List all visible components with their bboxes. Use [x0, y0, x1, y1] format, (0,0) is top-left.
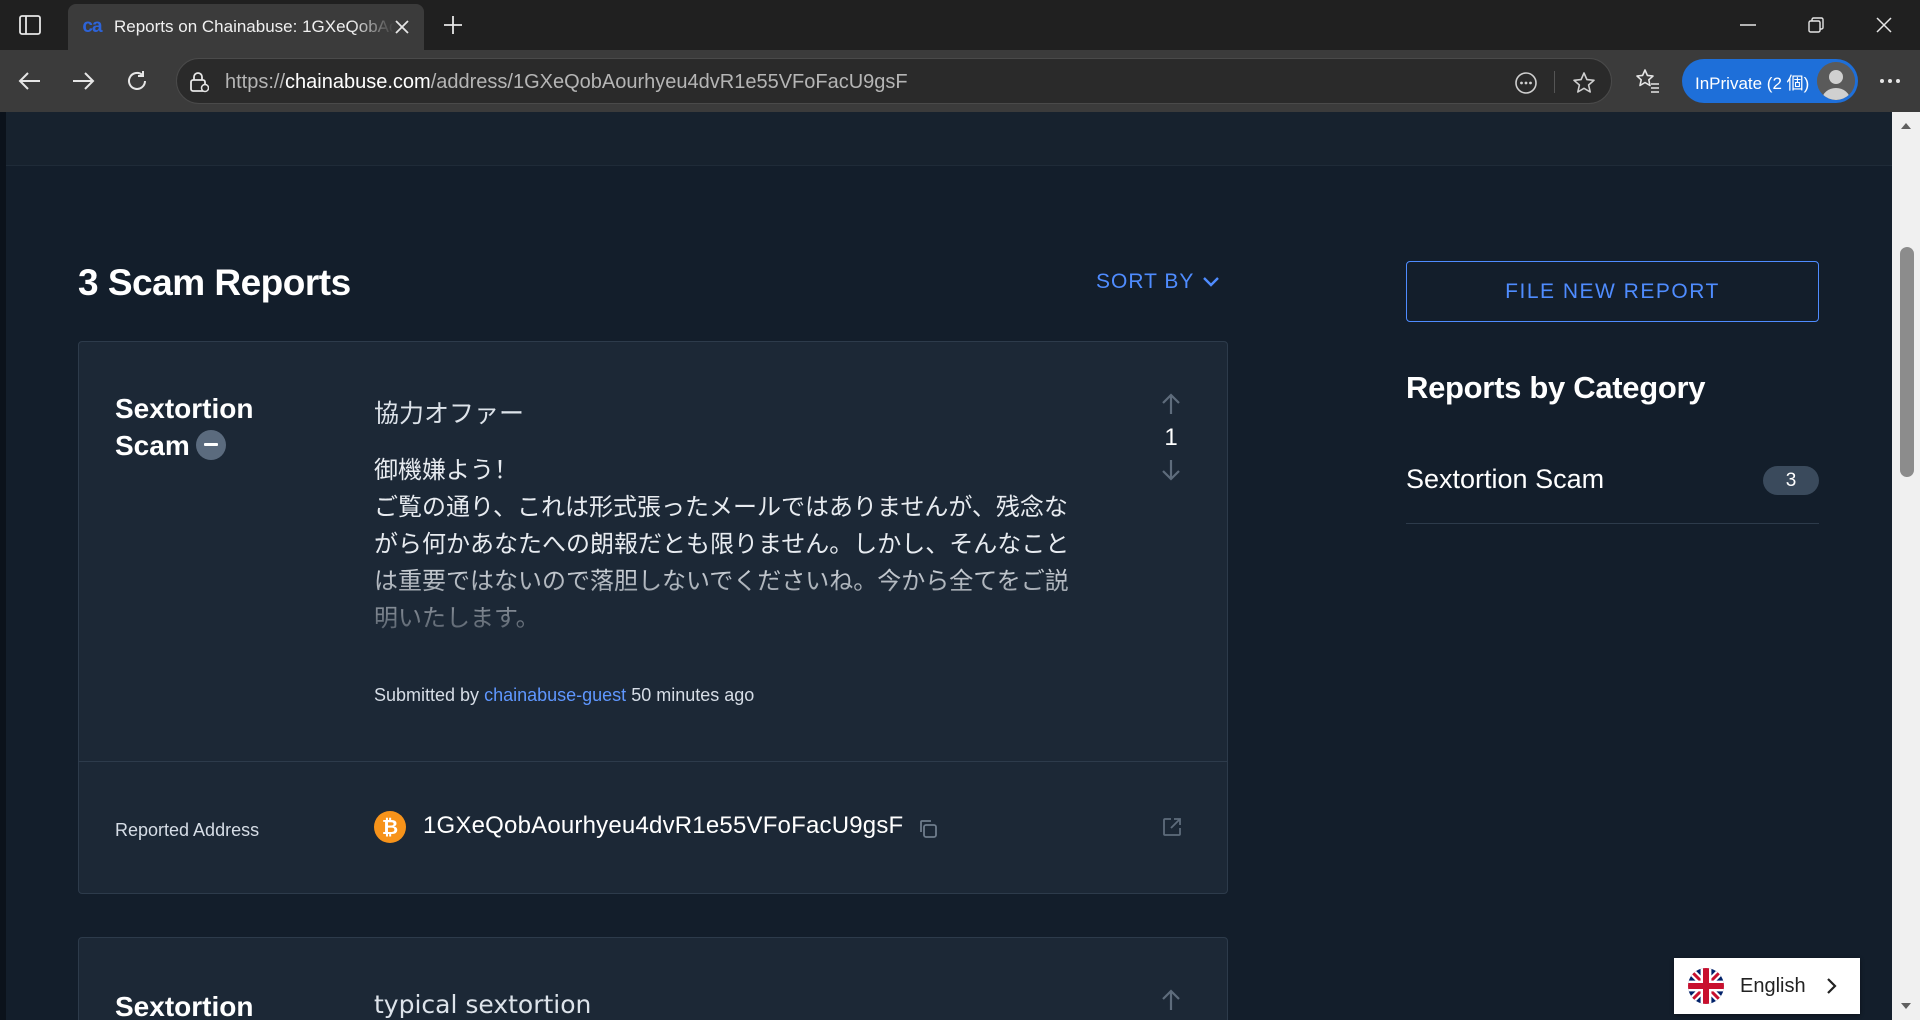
add-favorite-star-icon[interactable]: [1571, 70, 1597, 96]
browser-tab-active[interactable]: ca Reports on Chainabuse: 1GXeQobAourhye…: [68, 4, 424, 50]
reports-by-category-heading: Reports by Category: [1406, 370, 1706, 405]
language-switcher[interactable]: English: [1674, 958, 1860, 1014]
uk-flag-icon: [1688, 968, 1724, 1004]
more-options-circle-icon[interactable]: [1513, 70, 1539, 96]
page-edge: [0, 112, 6, 1020]
inprivate-profile-button[interactable]: InPrivate (2 個): [1682, 59, 1858, 103]
report-title: 協力オファー: [374, 399, 525, 428]
submitted-info: Submitted by chainabuse-guest 50 minutes…: [374, 685, 755, 705]
tab-title: Reports on Chainabuse: 1GXeQobAourhyeu4d…: [114, 17, 394, 36]
collapse-minus-icon[interactable]: [195, 429, 226, 460]
bitcoin-icon: ₿: [374, 811, 406, 843]
vote-control: 1: [1153, 390, 1189, 484]
report-card: Sextortion Scam 協力オファー 御機嫌よう！ ご覧の通り、これは形…: [78, 341, 1228, 894]
external-link-icon[interactable]: [1159, 814, 1185, 840]
language-label: English: [1740, 974, 1806, 997]
report-greeting: 御機嫌よう！: [374, 456, 518, 484]
address-bar[interactable]: https://chainabuse.com/address/1GXeQobAo…: [176, 58, 1612, 104]
scroll-up-arrow-icon[interactable]: [1898, 118, 1914, 134]
category-count-badge: 3: [1763, 466, 1819, 495]
copy-icon[interactable]: [915, 816, 941, 842]
chevron-right-icon: [1820, 974, 1844, 998]
vote-control: [1153, 986, 1189, 1014]
vote-count: 1: [1164, 424, 1178, 451]
forward-arrow-icon[interactable]: [67, 65, 99, 97]
chainabuse-favicon-icon: ca: [82, 16, 102, 37]
downvote-arrow-icon[interactable]: [1153, 456, 1189, 484]
scroll-down-arrow-icon[interactable]: [1898, 998, 1914, 1014]
address-summary-band: [6, 112, 1892, 166]
sort-by-label: SORT BY: [1096, 270, 1195, 293]
page-viewport: 3 Scam Reports SORT BY Sextortion Scam 協…: [0, 112, 1920, 1020]
tab-actions-icon[interactable]: [12, 11, 48, 39]
file-new-report-button[interactable]: FILE NEW REPORT: [1406, 261, 1819, 322]
inprivate-label: InPrivate (2 個): [1695, 73, 1810, 93]
settings-more-icon[interactable]: [1874, 65, 1906, 97]
report-category: Sextortion Scam: [115, 393, 254, 461]
close-window-icon[interactable]: [1852, 0, 1916, 50]
submitter-link[interactable]: chainabuse-guest: [484, 685, 626, 705]
address-bar-divider: [1554, 71, 1555, 93]
report-body: 御機嫌よう！ ご覧の通り、これは形式張ったメールではありませんが、残念ながら何か…: [374, 452, 1074, 637]
upvote-arrow-icon[interactable]: [1153, 986, 1189, 1014]
category-row[interactable]: Sextortion Scam 3: [1406, 452, 1819, 524]
chevron-down-icon: [1202, 270, 1220, 294]
back-arrow-icon[interactable]: [14, 65, 46, 97]
page-title: 3 Scam Reports: [78, 262, 351, 303]
profile-avatar-icon: [1817, 62, 1855, 100]
report-paragraph: ご覧の通り、これは形式張ったメールではありませんが、残念ながら何かあなたへの朗報…: [374, 493, 1070, 632]
report-title: typical sextortion: [374, 990, 592, 1019]
sort-by-dropdown[interactable]: SORT BY: [1096, 270, 1220, 294]
upvote-arrow-icon[interactable]: [1153, 390, 1189, 418]
close-tab-icon[interactable]: [390, 15, 414, 39]
browser-toolbar: https://chainabuse.com/address/1GXeQobAo…: [0, 50, 1920, 112]
new-tab-plus-icon[interactable]: [438, 10, 468, 40]
report-category: Sextortion: [115, 991, 254, 1020]
favorites-icon[interactable]: [1632, 65, 1664, 97]
report-card: Sextortion typical sextortion: [78, 937, 1228, 1020]
page-scrollbar[interactable]: [1892, 112, 1920, 1020]
refresh-icon[interactable]: [121, 65, 153, 97]
browser-tab-bar: ca Reports on Chainabuse: 1GXeQobAourhye…: [0, 0, 1920, 50]
site-info-lock-icon[interactable]: [187, 70, 211, 94]
url-text[interactable]: https://chainabuse.com/address/1GXeQobAo…: [225, 71, 908, 94]
minimize-window-icon[interactable]: [1716, 0, 1780, 50]
card-divider: [79, 761, 1227, 762]
restore-window-icon[interactable]: [1784, 0, 1848, 50]
reported-address[interactable]: 1GXeQobAourhyeu4dvR1e55VFoFacU9gsF: [423, 812, 903, 840]
scrollbar-thumb[interactable]: [1900, 247, 1914, 477]
category-name: Sextortion Scam: [1406, 464, 1605, 494]
reported-address-label: Reported Address: [115, 820, 260, 840]
